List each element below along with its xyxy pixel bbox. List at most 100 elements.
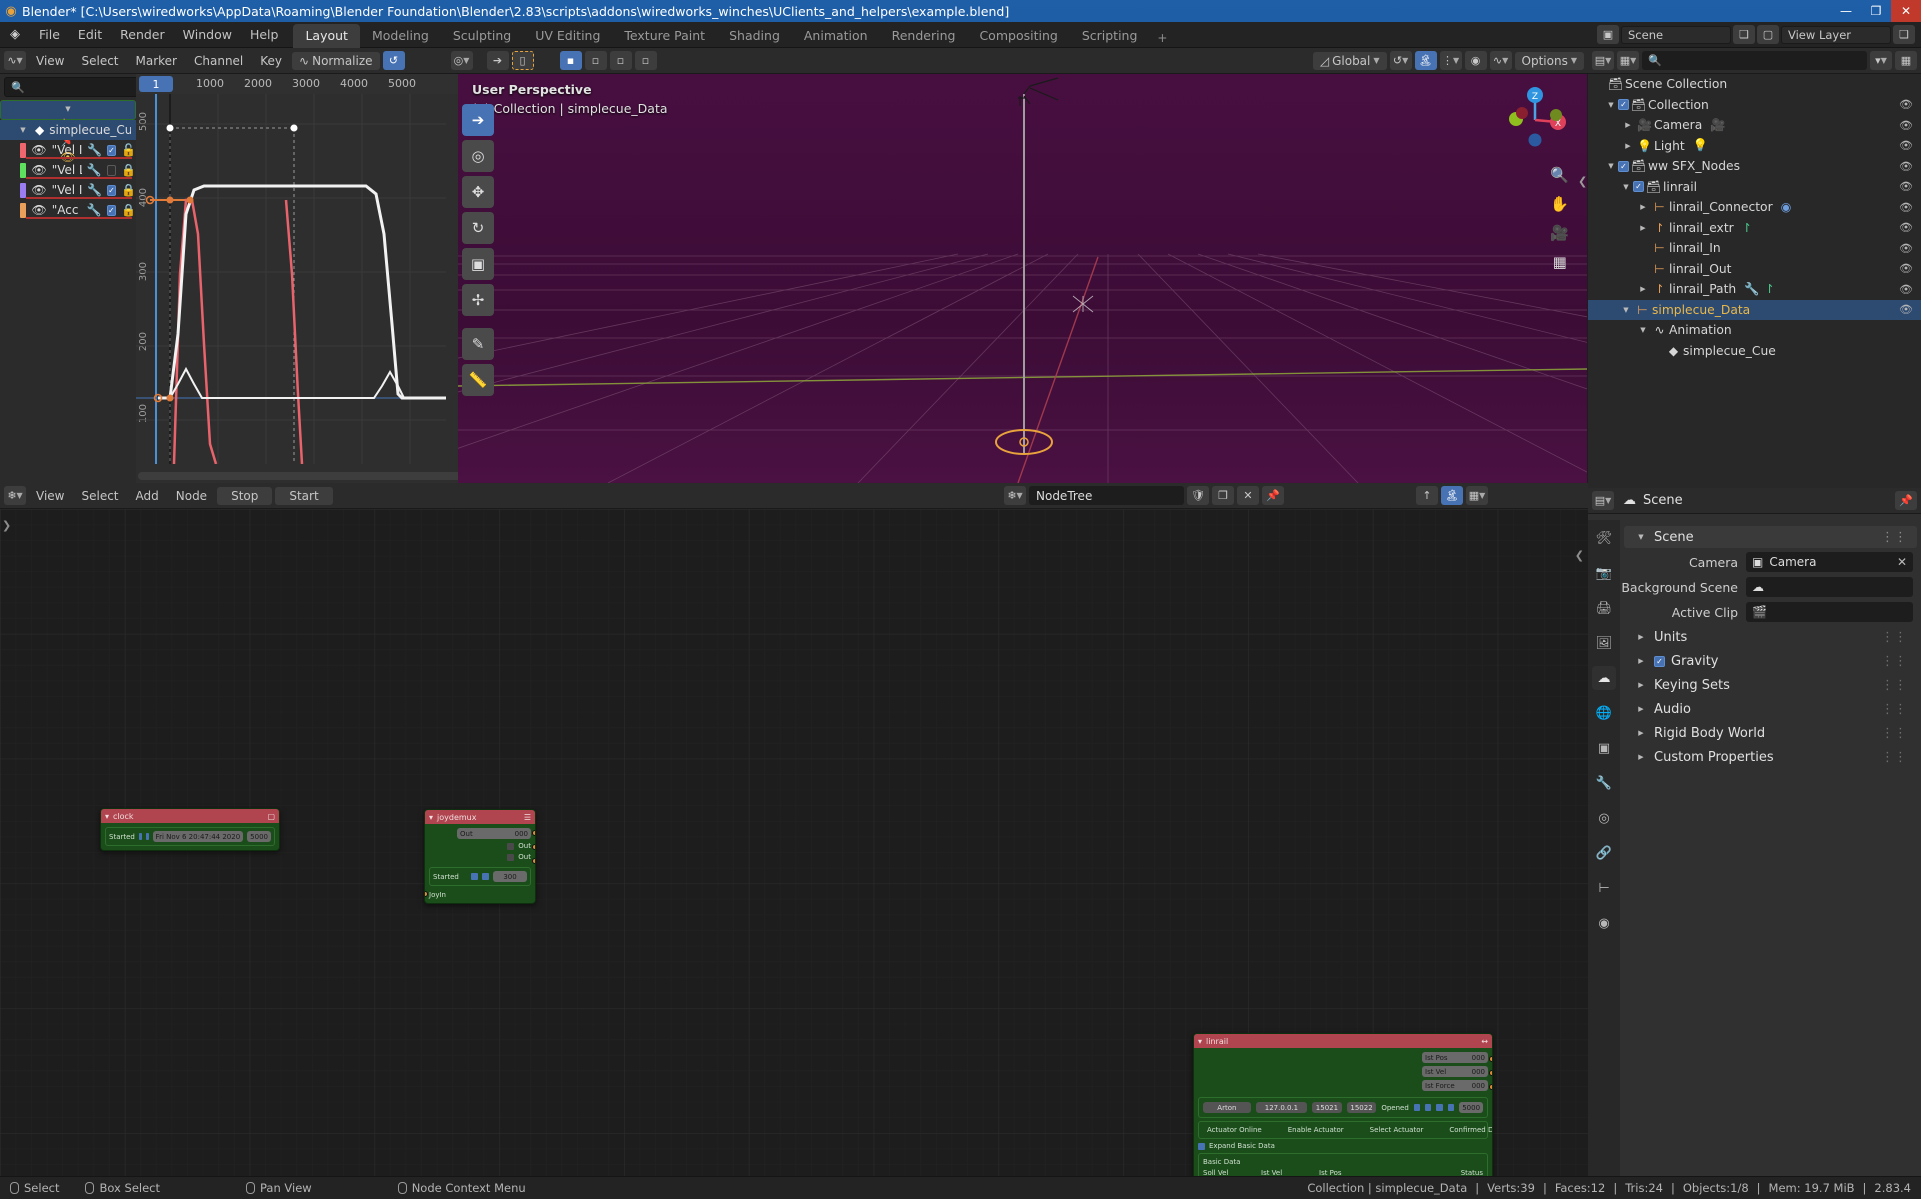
proportional-edit-icon[interactable]: ◎ ▼ (450, 51, 473, 70)
channel-fcurve-2[interactable]: 👁 "Vel In 🔧 ✓ 🔒 (0, 180, 136, 200)
started-checkbox-1[interactable] (471, 873, 478, 880)
workspace-tab-modeling[interactable]: Modeling (360, 24, 441, 48)
pivot-point-icon[interactable]: ↺ ▼ (1389, 51, 1412, 70)
outliner-row-scene-collection[interactable]: 🗃 Scene Collection (1588, 74, 1921, 95)
window-minimize-button[interactable]: — (1831, 0, 1861, 22)
tool-annotate-icon[interactable]: ✎ (462, 328, 494, 360)
outliner-row-camera[interactable]: ▶ 🎥 Camera 🎥 👁 (1588, 115, 1921, 136)
node-menu-node[interactable]: Node (169, 487, 214, 505)
visibility-icon[interactable]: 👁 (1899, 180, 1913, 193)
snap-magnet-icon[interactable]: 🏝 (1441, 486, 1463, 505)
output-istvel[interactable]: Ist Vel 000 (1422, 1066, 1488, 1077)
clear-camera-icon[interactable]: ✕ (1897, 555, 1907, 569)
panel-header-audio[interactable]: ▶ Audio ⋮⋮ (1624, 698, 1917, 720)
workspace-tab-sculpting[interactable]: Sculpting (441, 24, 523, 48)
workspace-tab-texture-paint[interactable]: Texture Paint (612, 24, 717, 48)
node-options-icon[interactable]: ↔ (1481, 1037, 1488, 1046)
node-header[interactable]: ▾ linrail ↔ (1194, 1034, 1492, 1048)
camera-view-icon[interactable]: 🎥 (1550, 224, 1569, 242)
channel-fcurve-0[interactable]: 👁 "Vel In 🔧 ✓ 🔓 (0, 140, 136, 160)
tab-scene[interactable]: ☁ (1592, 666, 1616, 690)
modifier-icon[interactable]: 🔧 (87, 143, 102, 157)
panel-header-gravity[interactable]: ▶ ✓ Gravity ⋮⋮ (1624, 650, 1917, 672)
tool-transform-icon[interactable]: ✢ (462, 284, 494, 316)
chevron-down-icon[interactable]: ▼ (1636, 326, 1650, 334)
outliner-tree[interactable]: 🗃 Scene Collection ▼ ✓ 🗃 Collection 👁 ▶ … (1588, 74, 1921, 488)
channel-enable-checkbox[interactable] (106, 164, 117, 176)
tool-cursor-icon[interactable]: ◎ (462, 140, 494, 172)
viewlayer-browse-icon[interactable]: ▢ (1757, 25, 1779, 44)
blender-logo-icon[interactable]: ◈ (0, 27, 30, 42)
menu-help[interactable]: Help (241, 24, 288, 45)
started-checkbox-1[interactable] (138, 833, 142, 840)
unlink-icon[interactable]: ✕ (1237, 486, 1259, 505)
panel-header-scene[interactable]: ▼ Scene ⋮⋮ (1624, 526, 1917, 548)
output-out-0[interactable]: Out 000 (457, 828, 531, 839)
outliner-row-animation[interactable]: ▼ ∿ Animation (1588, 320, 1921, 341)
node-menu-select[interactable]: Select (74, 487, 125, 505)
normalize-toggle[interactable]: ∿ Normalize (292, 51, 380, 70)
falloff-curve-icon[interactable]: ∿ ▼ (1489, 51, 1512, 70)
filter-icon[interactable]: ▾ ▼ (1870, 51, 1892, 70)
sidebar-expand-icon-right[interactable]: ❮ (1575, 549, 1584, 562)
started-interval-field[interactable]: 300 (493, 871, 527, 882)
tab-tool[interactable]: 🛠 (1592, 526, 1616, 550)
clock-time-field[interactable]: Fri Nov 6 20:47:44 2020 (152, 831, 244, 842)
modifier-icon[interactable]: 🔧 (1744, 282, 1759, 297)
tab-modifiers[interactable]: 🔧 (1592, 771, 1616, 795)
outliner-row-collection[interactable]: ▼ ✓ 🗃 Collection 👁 (1588, 95, 1921, 116)
chevron-down-icon[interactable]: ▼ (1619, 183, 1633, 191)
pin-icon[interactable]: 📌 (1895, 491, 1917, 510)
outliner-row-linrail-path[interactable]: ▶ ↾ linrail_Path 🔧 ↾ 👁 (1588, 279, 1921, 300)
collapse-icon[interactable]: ▾ (1198, 1037, 1202, 1046)
channel-enable-checkbox[interactable]: ✓ (106, 204, 117, 216)
tool-measure-icon[interactable]: 📏 (462, 364, 494, 396)
tool-rotate-icon[interactable]: ↻ (462, 212, 494, 244)
graph-menu-select[interactable]: Select (74, 52, 125, 70)
chevron-right-icon[interactable]: ▶ (1636, 224, 1650, 232)
chevron-right-icon[interactable]: ▶ (1621, 121, 1635, 129)
chevron-down-icon[interactable]: ▼ (1604, 101, 1618, 109)
linrail-ip-field[interactable]: 127.0.0.1 (1255, 1102, 1308, 1113)
linrail-port2-field[interactable]: 15022 (1346, 1102, 1377, 1113)
scene-browse-icon[interactable]: ▣ (1597, 25, 1619, 44)
output-socket[interactable] (532, 830, 535, 836)
select-mode-invert-icon[interactable]: ▫ (634, 51, 657, 70)
linrail-rate-field[interactable]: 5000 (1459, 1102, 1484, 1113)
graph-menu-view[interactable]: View (29, 52, 71, 70)
tab-world[interactable]: 🌐 (1592, 701, 1616, 725)
collection-exclude-checkbox[interactable]: ✓ (1633, 181, 1644, 193)
collapse-icon[interactable]: ▾ (429, 813, 433, 822)
transform-orientation-selector[interactable]: ◿ Global ▼ (1312, 51, 1387, 70)
linrail-port1-field[interactable]: 15021 (1312, 1102, 1342, 1113)
node-joydemux-top[interactable]: ▾ joydemux ☰ Out 000 Out Out Started 300… (424, 809, 536, 904)
viewport-sidebar-toggle-icon[interactable]: ❮ (1578, 175, 1587, 188)
collection-exclude-checkbox[interactable]: ✓ (1618, 160, 1629, 172)
visibility-icon[interactable]: 👁 (31, 143, 46, 157)
collection-exclude-checkbox[interactable]: ✓ (1618, 99, 1629, 111)
workspace-tab-shading[interactable]: Shading (717, 24, 792, 48)
active-clip-field[interactable]: 🎬 (1746, 602, 1913, 622)
outliner-display-mode-icon[interactable]: ▦ ▼ (1617, 51, 1639, 70)
select-mode-subtract-icon[interactable]: ▫ (609, 51, 632, 70)
snap-target-icon[interactable]: ⋮ ▼ (1439, 51, 1462, 70)
channel-enable-checkbox[interactable]: ✓ (106, 144, 117, 156)
channel-enable-checkbox[interactable]: ✓ (106, 184, 117, 196)
editor-type-icon[interactable]: ❄ ▼ (4, 486, 26, 505)
fake-user-icon[interactable]: 🛡 (1187, 486, 1209, 505)
workspace-tab-scripting[interactable]: Scripting (1070, 24, 1150, 48)
node-canvas[interactable]: ▾ clock ▢ Started Fri Nov 6 20:47:44 202… (0, 509, 1588, 1176)
linrail-checkbox-1[interactable] (1413, 1104, 1421, 1111)
camera-field[interactable]: ▣ Camera ✕ (1746, 552, 1913, 572)
snap-node-element-icon[interactable]: ▦ ▼ (1466, 486, 1488, 505)
linrail-checkbox-2[interactable] (1425, 1104, 1432, 1111)
output-istforce[interactable]: Ist Force 000 (1422, 1080, 1488, 1091)
new-viewlayer-icon[interactable]: ❑ (1893, 25, 1915, 44)
menu-file[interactable]: File (30, 24, 69, 45)
visibility-icon[interactable]: 👁 (31, 183, 46, 197)
select-mode-extend-icon[interactable]: ▫ (584, 51, 607, 70)
lock-icon[interactable]: 🔒 (121, 203, 136, 217)
proportional-editing-icon[interactable]: ◉ (1464, 51, 1487, 70)
curve-data-icon[interactable]: ↾ (1742, 221, 1752, 235)
visibility-icon[interactable]: 👁 (1899, 242, 1913, 255)
